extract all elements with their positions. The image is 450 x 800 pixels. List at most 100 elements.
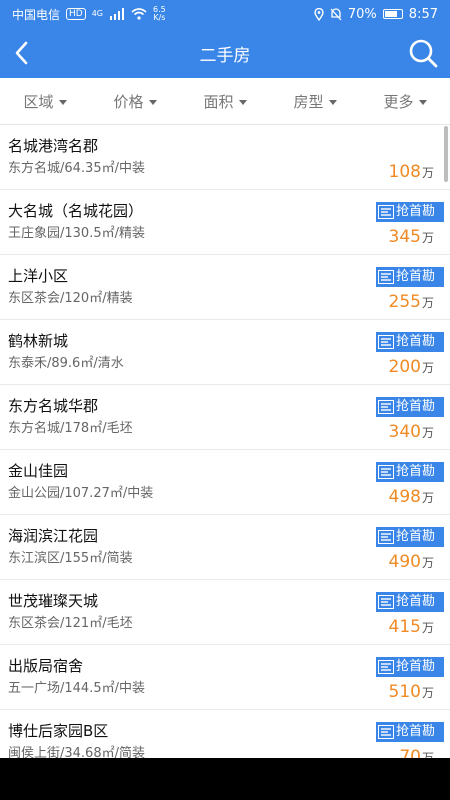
- badge-label: 抢首勘: [396, 204, 436, 219]
- listing-item[interactable]: 金山佳园 金山公园/107.27㎡/中装 抢首勘 498万: [0, 450, 450, 515]
- price-value: 255: [388, 292, 421, 312]
- listing-desc: 闽侯上街/34.68㎡/简装: [8, 746, 145, 758]
- badge-label: 抢首勘: [396, 269, 436, 284]
- listing-price: 415万: [389, 617, 434, 638]
- status-bar: 中国电信 HD 4G 6.5 K/s 70% 8:57: [0, 0, 450, 28]
- price-value: 415: [388, 617, 421, 637]
- first-view-badge[interactable]: 抢首勘: [376, 332, 444, 352]
- price-unit: 万: [421, 556, 434, 570]
- caret-down-icon: [58, 99, 67, 105]
- badge-label: 抢首勘: [396, 659, 436, 674]
- badge-label: 抢首勘: [396, 464, 436, 479]
- first-view-badge[interactable]: 抢首勘: [376, 592, 444, 612]
- first-view-badge[interactable]: 抢首勘: [376, 397, 444, 417]
- first-view-badge[interactable]: 抢首勘: [376, 722, 444, 742]
- list-lines-icon: [378, 465, 394, 479]
- badge-label: 抢首勘: [396, 334, 436, 349]
- battery-icon: [382, 9, 403, 19]
- price-unit: 万: [421, 296, 434, 310]
- search-icon[interactable]: [408, 38, 438, 68]
- first-view-badge[interactable]: 抢首勘: [376, 267, 444, 287]
- price-unit: 万: [421, 231, 434, 245]
- listing-item[interactable]: 博仕后家园B区 闽侯上街/34.68㎡/简装 抢首勘 70万: [0, 710, 450, 758]
- location-icon: [314, 7, 324, 21]
- listing-price: 108万: [389, 162, 434, 183]
- page-title: 二手房: [199, 45, 251, 66]
- listing-item[interactable]: 大名城（名城花园） 王庄象园/130.5㎡/精装 抢首勘 345万: [0, 190, 450, 255]
- filter-layout[interactable]: 房型: [270, 91, 360, 112]
- listing-price: 490万: [389, 552, 434, 573]
- price-unit: 万: [421, 621, 434, 635]
- nav-bar: 二手房: [0, 28, 450, 78]
- first-view-badge[interactable]: 抢首勘: [376, 657, 444, 677]
- price-unit: 万: [421, 426, 434, 440]
- caret-down-icon: [418, 99, 427, 105]
- price-value: 498: [388, 487, 421, 507]
- listing-item[interactable]: 东方名城华郡 东方名城/178㎡/毛坯 抢首勘 340万: [0, 385, 450, 450]
- net-speed-unit: K/s: [153, 13, 166, 22]
- wifi-icon: [131, 8, 147, 20]
- filter-more[interactable]: 更多: [360, 91, 450, 112]
- caret-down-icon: [328, 99, 337, 105]
- list-lines-icon: [378, 595, 394, 609]
- price-value: 510: [388, 682, 421, 702]
- price-value: 108: [388, 162, 421, 182]
- scrollbar[interactable]: [444, 126, 448, 182]
- caret-down-icon: [148, 99, 157, 105]
- listing-item[interactable]: 上洋小区 东区茶会/120㎡/精装 抢首勘 255万: [0, 255, 450, 320]
- price-value: 200: [388, 357, 421, 377]
- price-value: 70: [399, 747, 421, 758]
- filter-size[interactable]: 面积: [180, 91, 270, 112]
- badge-label: 抢首勘: [396, 724, 436, 739]
- list-lines-icon: [378, 335, 394, 349]
- listing-price: 510万: [389, 682, 434, 703]
- first-view-badge[interactable]: 抢首勘: [376, 527, 444, 547]
- carrier-label: 中国电信: [12, 7, 61, 22]
- listing-desc: 东方名城/64.35㎡/中装: [8, 161, 145, 176]
- badge-label: 抢首勘: [396, 594, 436, 609]
- filter-layout-label: 房型: [293, 92, 324, 111]
- mute-bell-icon: [330, 7, 342, 20]
- listing-item[interactable]: 名城港湾名郡东方名城/64.35㎡/中装 108万: [0, 125, 450, 190]
- filter-area-label: 区域: [23, 92, 54, 111]
- price-unit: 万: [421, 166, 434, 180]
- status-right: 70% 8:57: [314, 7, 438, 22]
- list-lines-icon: [378, 725, 394, 739]
- back-arrow-icon[interactable]: [10, 40, 36, 66]
- clock: 8:57: [408, 6, 438, 22]
- listing-item[interactable]: 鹤林新城 东泰禾/89.6㎡/清水 抢首勘 200万: [0, 320, 450, 385]
- list-lines-icon: [378, 270, 394, 284]
- listing-desc: 东区茶会/121㎡/毛坯: [8, 616, 133, 631]
- price-value: 490: [388, 552, 421, 572]
- listing-desc: 东泰禾/89.6㎡/清水: [8, 356, 124, 371]
- list-lines-icon: [378, 660, 394, 674]
- filter-size-label: 面积: [203, 92, 234, 111]
- badge-label: 抢首勘: [396, 529, 436, 544]
- listing-item[interactable]: 海润滨江花园 东江滨区/155㎡/简装 抢首勘 490万: [0, 515, 450, 580]
- listing-price: 345万: [389, 227, 434, 248]
- list-lines-icon: [378, 400, 394, 414]
- filter-bar: 区域 价格 面积 房型 更多: [0, 78, 450, 125]
- listing-desc: 王庄象园/130.5㎡/精装: [8, 226, 145, 241]
- battery-percent: 70%: [347, 6, 377, 22]
- filter-area[interactable]: 区域: [0, 91, 90, 112]
- signal-icon: [110, 8, 125, 20]
- listing-name: 名城港湾名郡: [8, 137, 99, 155]
- hd-badge: HD: [66, 8, 86, 20]
- filter-price-label: 价格: [113, 92, 144, 111]
- listing-desc: 金山公园/107.27㎡/中装: [8, 486, 154, 501]
- price-unit: 万: [421, 491, 434, 505]
- listing-item[interactable]: 世茂璀璨天城 东区茶会/121㎡/毛坯 抢首勘 415万: [0, 580, 450, 645]
- price-value: 345: [388, 227, 421, 247]
- listing-desc: 东江滨区/155㎡/简装: [8, 551, 133, 566]
- listing-price: 70万: [399, 747, 434, 758]
- net-type: 4G: [91, 9, 104, 18]
- price-unit: 万: [421, 751, 434, 758]
- listing-desc: 东区茶会/120㎡/精装: [8, 291, 133, 306]
- listing-item[interactable]: 出版局宿舍 五一广场/144.5㎡/中装 抢首勘 510万: [0, 645, 450, 710]
- filter-price[interactable]: 价格: [90, 91, 180, 112]
- first-view-badge[interactable]: 抢首勘: [376, 462, 444, 482]
- first-view-badge[interactable]: 抢首勘: [376, 202, 444, 222]
- list-lines-icon: [378, 530, 394, 544]
- screen: 中国电信 HD 4G 6.5 K/s 70% 8:57 二手房 区域 价格 面积…: [0, 0, 450, 758]
